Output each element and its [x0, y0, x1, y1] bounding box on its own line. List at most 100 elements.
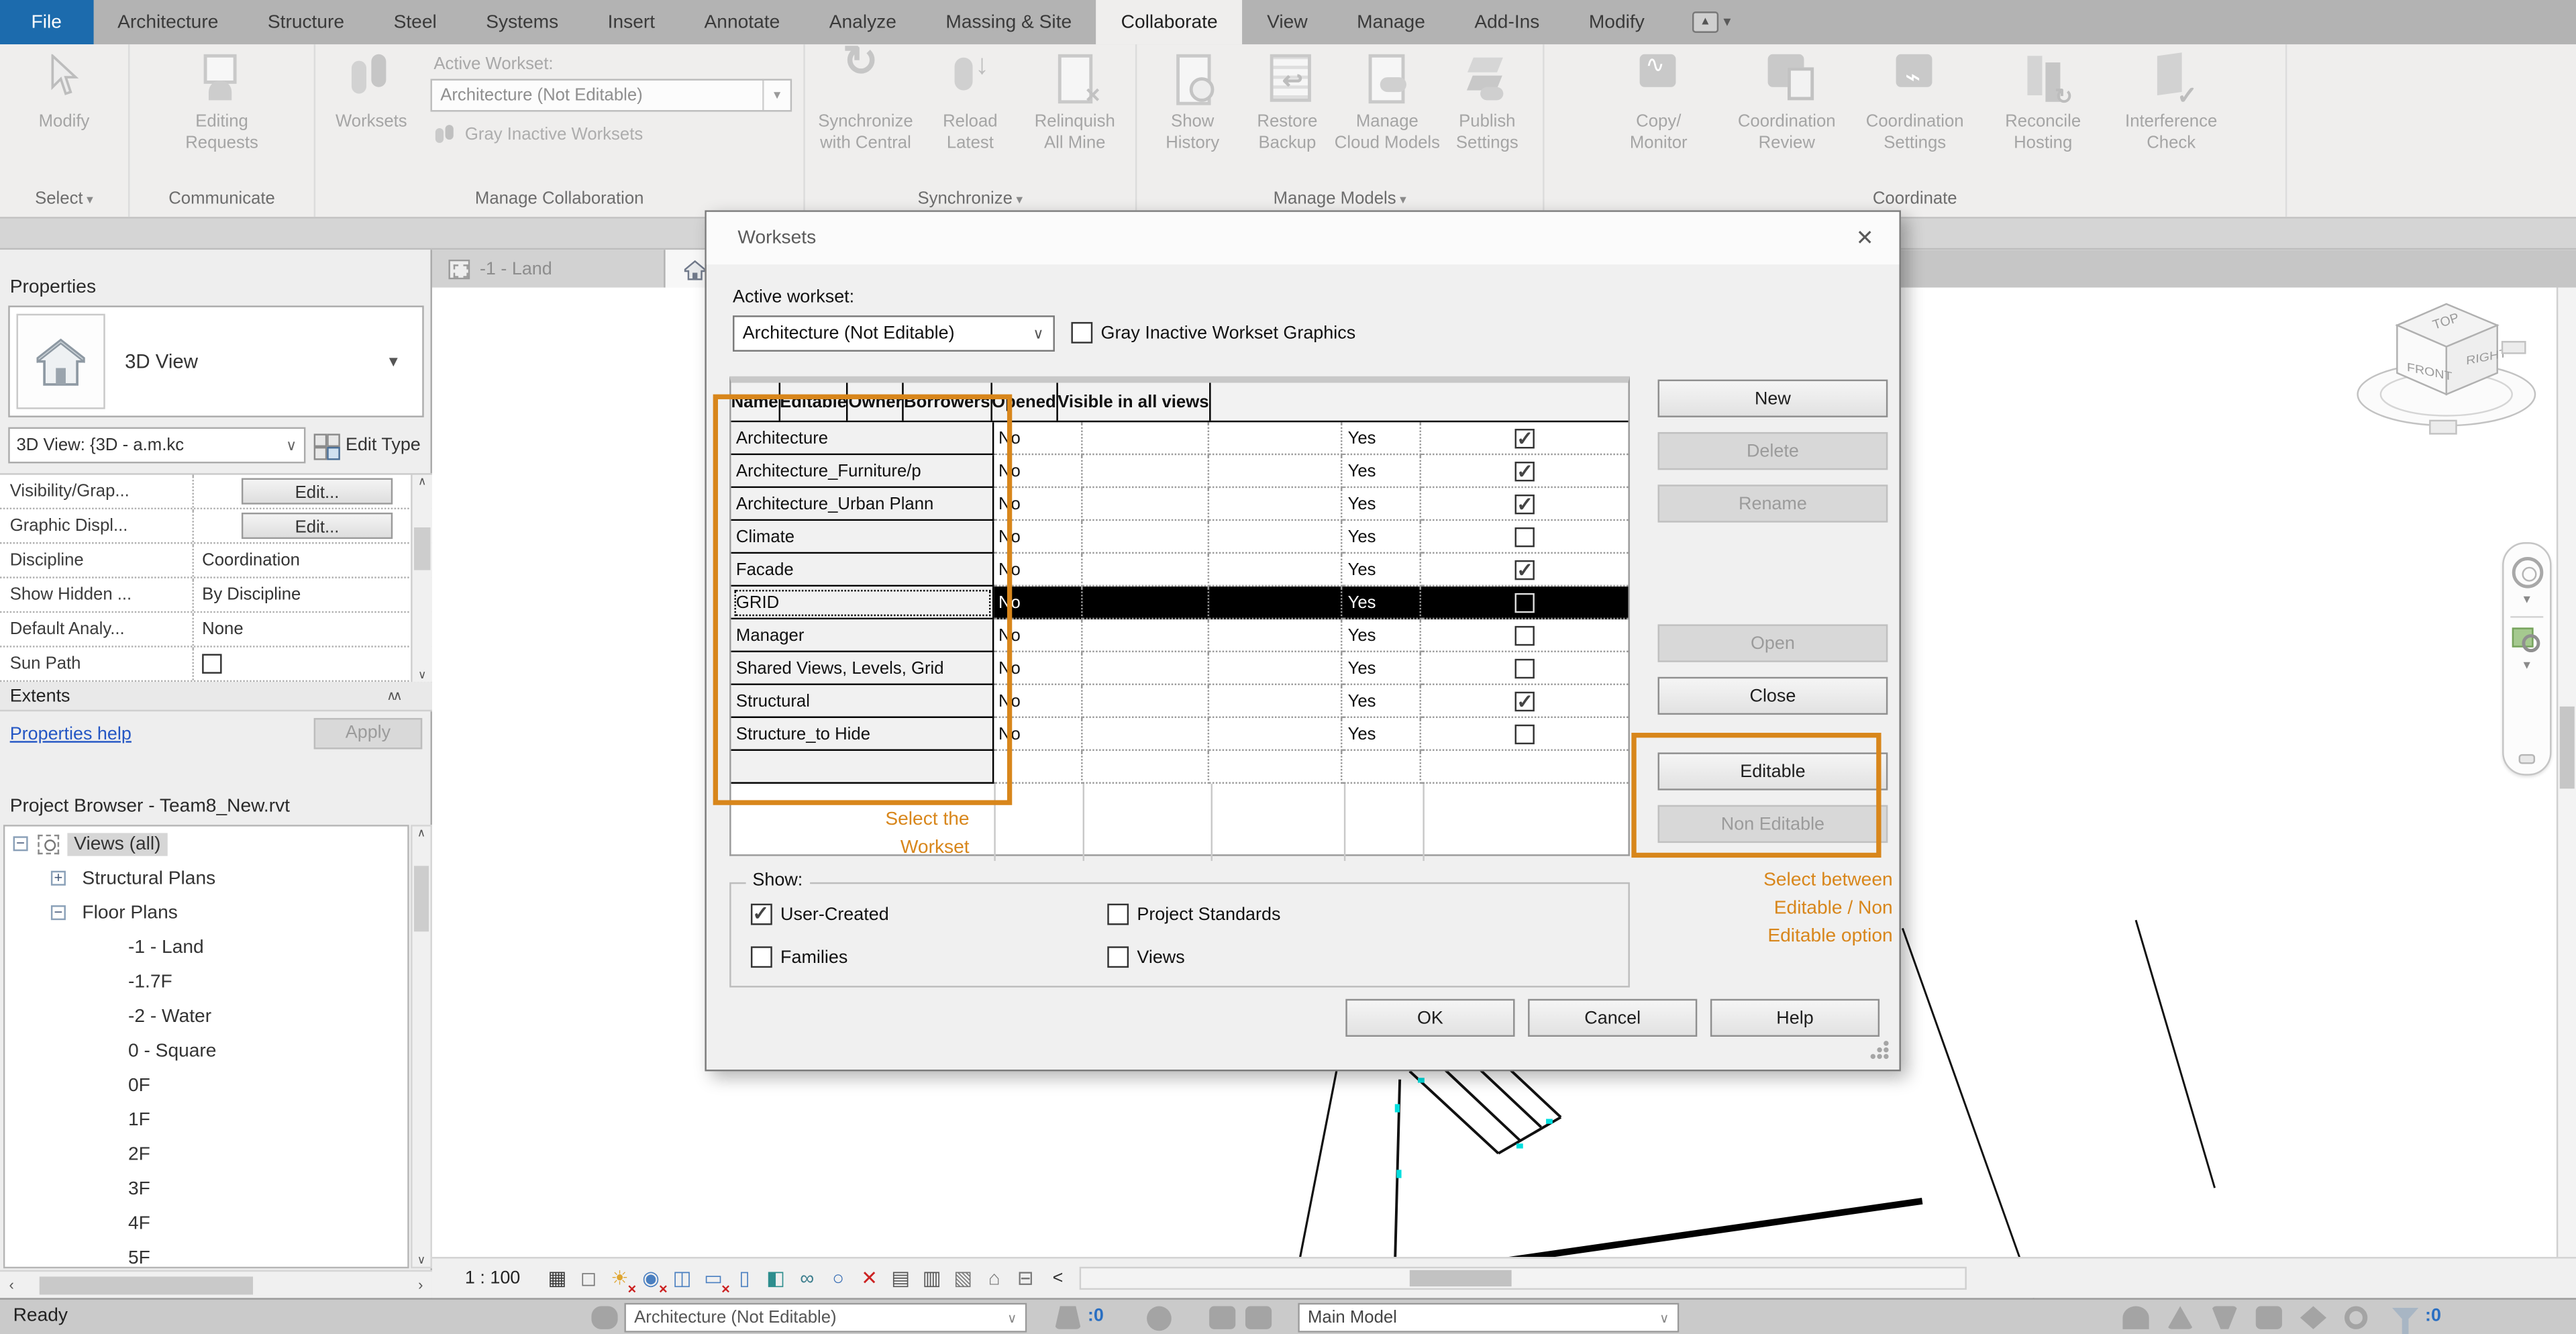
visible-in-all-views-checkbox[interactable]	[1515, 527, 1535, 546]
ribbon-button[interactable]: Reconcile Hosting	[1992, 51, 2094, 154]
editing-requests-status-icon[interactable]	[1055, 1306, 1081, 1329]
select-by-face-icon[interactable]	[2300, 1306, 2326, 1329]
checkbox[interactable]	[1071, 322, 1092, 344]
properties-scrollbar[interactable]: ∧∨	[411, 475, 432, 682]
tree-expander-icon[interactable]	[51, 871, 66, 886]
ribbon-tab[interactable]: Structure	[243, 0, 369, 44]
ribbon-button[interactable]: Coordination Review	[1736, 51, 1838, 154]
properties-help-link[interactable]: Properties help	[10, 724, 132, 743]
help-button[interactable]: Help	[1710, 999, 1879, 1037]
tree-item[interactable]: -1.7F	[5, 964, 407, 998]
ribbon-button[interactable]: Restore Backup	[1241, 51, 1333, 154]
visible-in-all-views-checkbox[interactable]	[1515, 724, 1535, 743]
ribbon-tab[interactable]: Architecture	[93, 0, 243, 44]
ribbon-tab[interactable]: Insert	[583, 0, 680, 44]
caret-down-icon[interactable]: ▼	[762, 81, 790, 110]
ribbon-tab[interactable]: Modify	[1564, 0, 1669, 44]
design-option-combo[interactable]: Main Model ∨	[1298, 1303, 1679, 1333]
ribbon-tab[interactable]: Add-Ins	[1450, 0, 1565, 44]
modify-button[interactable]: Modify	[13, 51, 115, 133]
visibility-edit-button[interactable]: Edit...	[242, 478, 393, 505]
param-value[interactable]: None	[194, 619, 432, 639]
dialog-button[interactable]: Rename	[1658, 484, 1888, 522]
reveal-constraints-icon[interactable]: ▧	[949, 1264, 977, 1292]
tree-item[interactable]: Views (all)	[5, 827, 407, 861]
ribbon-button[interactable]: Reload Latest	[919, 51, 1021, 154]
gray-inactive-checkbox[interactable]: Gray Inactive Workset Graphics	[1071, 322, 1355, 344]
canvas-vertical-scrollbar[interactable]	[2557, 287, 2576, 1257]
caret-down-icon[interactable]: ▼	[2521, 660, 2532, 672]
graphic-display-edit-button[interactable]: Edit...	[242, 513, 393, 539]
tree-item[interactable]: 0 - Square	[5, 1033, 407, 1068]
ribbon-button[interactable]: Coordination Settings	[1864, 51, 1966, 154]
zoom-icon[interactable]	[2512, 627, 2542, 654]
group-select[interactable]: Select	[0, 184, 128, 217]
active-workset-combo[interactable]: Architecture (Not Editable) ∨	[733, 315, 1055, 352]
tree-item[interactable]: -2 - Water	[5, 999, 407, 1033]
tree-item[interactable]: 5F	[5, 1241, 407, 1269]
ribbon-tab[interactable]: Annotate	[680, 0, 805, 44]
canvas-horizontal-scrollbar[interactable]	[1080, 1267, 1967, 1290]
ribbon-tab[interactable]: File	[0, 0, 93, 44]
select-underlay-icon[interactable]	[2212, 1306, 2238, 1329]
show-views[interactable]: Views	[1107, 946, 1184, 968]
ribbon-button[interactable]: Copy/ Monitor	[1608, 51, 1710, 154]
tree-item[interactable]: 2F	[5, 1137, 407, 1171]
ribbon-tab[interactable]: Steel	[369, 0, 462, 44]
crop-view-icon[interactable]: ◫	[668, 1264, 697, 1292]
dialog-button[interactable]: Close	[1658, 677, 1888, 715]
show-project-standards[interactable]: Project Standards	[1107, 904, 1280, 925]
collapse-viewbar-icon[interactable]: <	[1053, 1268, 1064, 1288]
scroll-left-icon[interactable]: ‹	[0, 1276, 23, 1292]
show-user-created[interactable]: User-Created	[751, 904, 889, 925]
extents-section-header[interactable]: Extents ∧∧	[0, 682, 432, 711]
visible-in-all-views-checkbox[interactable]	[1515, 691, 1535, 711]
ribbon-button[interactable]: Relinquish All Mine	[1024, 51, 1125, 154]
navigation-bar[interactable]: ▼ ▼	[2502, 542, 2551, 776]
exclude-options-icon[interactable]	[2122, 1306, 2149, 1329]
tree-item[interactable]: 4F	[5, 1206, 407, 1240]
tree-expander-icon[interactable]	[13, 836, 28, 851]
worksharing-display-icon[interactable]: ▤	[886, 1264, 915, 1292]
dialog-button[interactable]: New	[1658, 380, 1888, 417]
annotation-crop-icon[interactable]: ▯	[731, 1264, 759, 1292]
visible-in-all-views-checkbox[interactable]	[1515, 461, 1535, 480]
edit-in-place-icon[interactable]	[2167, 1306, 2194, 1329]
resize-grip[interactable]	[1869, 1040, 1889, 1060]
browser-horizontal-scrollbar[interactable]: ‹ ›	[0, 1270, 432, 1298]
worksets-button[interactable]: Worksets	[325, 51, 417, 133]
ribbon-tab[interactable]: View	[1242, 0, 1332, 44]
gray-inactive-worksets-button[interactable]: Gray Inactive Worksets	[433, 125, 792, 144]
dialog-title-bar[interactable]: Worksets ✕	[707, 212, 1900, 264]
filter-icon[interactable]	[2392, 1308, 2418, 1323]
ribbon-display-toggle[interactable]: ▲▾	[1692, 0, 1731, 44]
active-workset-select[interactable]: Architecture (Not Editable) ▼	[431, 79, 792, 112]
ribbon-button[interactable]: Manage Cloud Models	[1336, 51, 1438, 154]
ribbon-button[interactable]: Synchronize with Central	[815, 51, 916, 154]
browser-vertical-scrollbar[interactable]: ∧∨	[411, 825, 432, 1268]
group-communicate[interactable]: Communicate	[130, 184, 313, 217]
view-cube[interactable]: FRONT RIGHT TOP	[2351, 293, 2545, 450]
ribbon-button[interactable]: Interference Check	[2120, 51, 2222, 154]
displace-elements-icon[interactable]: ▥	[918, 1264, 946, 1292]
visible-in-all-views-checkbox[interactable]	[1515, 494, 1535, 513]
select-pinned-icon[interactable]	[2256, 1306, 2282, 1329]
detail-level-icon[interactable]: ▦	[544, 1264, 572, 1292]
lock-view-icon[interactable]: ◧	[762, 1264, 790, 1292]
visual-style-icon[interactable]: ◻	[574, 1264, 603, 1292]
ok-button[interactable]: OK	[1345, 999, 1514, 1037]
reveal-hidden-elements-icon[interactable]: ○	[824, 1264, 852, 1292]
tree-expander-icon[interactable]	[51, 905, 66, 920]
model-status-icon[interactable]	[1209, 1306, 1235, 1329]
collapse-icon[interactable]: ∧∧	[387, 688, 399, 703]
ribbon-tab[interactable]: Massing & Site	[921, 0, 1096, 44]
visible-in-all-views-checkbox[interactable]	[1515, 625, 1535, 645]
status-active-workset-combo[interactable]: Architecture (Not Editable) ∨	[624, 1303, 1027, 1333]
column-header[interactable]: Visible in all views	[1058, 383, 1210, 421]
close-icon[interactable]: ✕	[1847, 225, 1883, 251]
ribbon-button[interactable]: Publish Settings	[1441, 51, 1533, 154]
visible-in-all-views-checkbox[interactable]	[1515, 560, 1535, 579]
view-instance-combo[interactable]: 3D View: {3D - a.m.kc ∨	[8, 427, 306, 464]
param-value[interactable]: Coordination	[194, 550, 432, 570]
apply-button[interactable]: Apply	[314, 718, 423, 750]
